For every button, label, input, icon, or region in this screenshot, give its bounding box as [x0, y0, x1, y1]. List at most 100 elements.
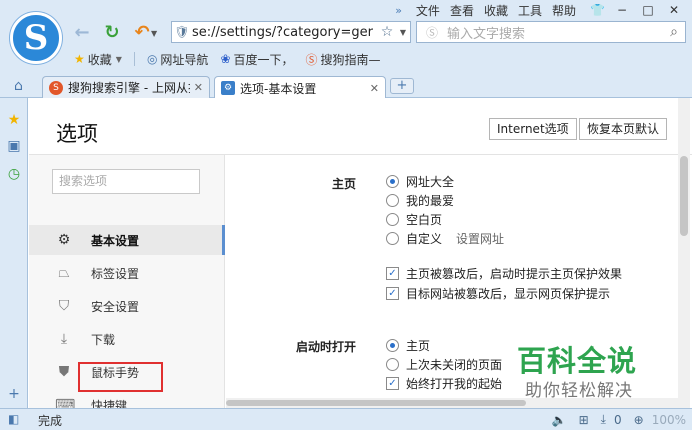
- bookmark-sogou-guide[interactable]: Ⓢ 搜狗指南—: [306, 51, 381, 68]
- settings-search-input[interactable]: 搜索选项: [52, 169, 200, 194]
- close-window-icon[interactable]: ✕: [668, 3, 680, 17]
- bookmark-label: 收藏: [87, 52, 112, 67]
- homepage-protect-check[interactable]: ✓ 主页被篡改后，启动时提示主页保护效果: [386, 265, 622, 281]
- maximize-icon[interactable]: □: [642, 3, 654, 17]
- restore-defaults-button[interactable]: 恢复本页默认: [579, 118, 668, 140]
- set-url-link[interactable]: 设置网址: [456, 230, 504, 247]
- globe-icon: ◎: [146, 52, 158, 66]
- checkbox-label: 始终打开我的起始: [406, 376, 503, 391]
- sidebar-toggle-icon[interactable]: ◧: [8, 412, 19, 426]
- menu-tools[interactable]: 工具: [518, 2, 542, 19]
- search-box[interactable]: Ⓢ 输入文字搜索 ⌕: [416, 21, 686, 43]
- sidebar-item-download[interactable]: ⤓ 下载: [29, 324, 225, 354]
- sound-icon[interactable]: 🔈: [552, 413, 567, 427]
- radio-button[interactable]: [386, 357, 399, 371]
- homepage-section-label: 主页: [331, 177, 356, 191]
- zoom-level[interactable]: 100%: [652, 413, 686, 427]
- sidebar-item-label: 基本设置: [91, 233, 140, 248]
- undo-icon[interactable]: ↶: [132, 22, 152, 43]
- address-dropdown-icon[interactable]: ▼: [396, 28, 410, 37]
- radio-button[interactable]: [386, 193, 399, 207]
- bookmark-nav[interactable]: ◎ 网址导航: [147, 51, 209, 68]
- homepage-option-favorites[interactable]: 我的最爱: [386, 192, 454, 208]
- tab-close-icon[interactable]: ✕: [370, 82, 379, 95]
- menu-favorites[interactable]: 收藏: [484, 2, 508, 19]
- tab-label: 选项-基本设置: [240, 81, 317, 96]
- horizontal-scroll-thumb[interactable]: [226, 400, 526, 406]
- option-label: 上次未关闭的页面: [406, 357, 503, 372]
- sidebar-item-label: 下载: [91, 332, 116, 347]
- minimize-icon[interactable]: −: [616, 3, 628, 17]
- watermark: 百科全说 助你轻松解决: [515, 336, 665, 401]
- startup-section-label: 启动时打开: [295, 340, 356, 354]
- search-engine-icon[interactable]: Ⓢ: [417, 24, 447, 41]
- checkbox[interactable]: ✓: [386, 286, 399, 300]
- internet-options-button[interactable]: Internet选项: [489, 118, 577, 140]
- startup-option-last[interactable]: 上次未关闭的页面: [386, 356, 502, 372]
- tab-label: 搜狗搜索引擎 - 上网从搜: [68, 81, 190, 95]
- sidebar-item-security[interactable]: ⛉ 安全设置: [29, 291, 225, 321]
- tab-close-icon[interactable]: ✕: [194, 81, 203, 94]
- home-icon[interactable]: ⌂: [14, 78, 23, 94]
- checkbox[interactable]: ✓: [386, 266, 399, 280]
- startup-always-check[interactable]: ✓ 始终打开我的起始: [386, 375, 502, 391]
- vertical-scrollbar[interactable]: [678, 98, 690, 408]
- refresh-icon[interactable]: ↻: [102, 22, 122, 43]
- favorites-star-icon[interactable]: ★: [6, 112, 22, 128]
- option-label: 我的最爱: [406, 193, 455, 208]
- undo-dropdown-icon[interactable]: ▼: [151, 29, 157, 38]
- zoom-icon[interactable]: ⊕: [634, 413, 644, 427]
- bookmark-favorites[interactable]: ★ 收藏 ▼: [74, 51, 122, 68]
- site-protect-check[interactable]: ✓ 目标网站被篡改后，显示网页保护提示: [386, 285, 610, 301]
- sidebar-item-basic[interactable]: ⚙ 基本设置: [29, 225, 225, 255]
- bookmark-label: 网址导航: [160, 52, 209, 67]
- history-clock-icon[interactable]: ◷: [6, 166, 22, 182]
- gear-icon: ⚙: [57, 232, 71, 248]
- sogou-favicon-icon: S: [49, 80, 63, 95]
- radio-button[interactable]: [386, 338, 399, 352]
- address-url[interactable]: se://settings/?category=ger: [192, 25, 378, 40]
- homepage-option-nav[interactable]: 网址大全: [386, 173, 454, 189]
- menu-view[interactable]: 查看: [450, 2, 474, 19]
- sidebar-item-tabs[interactable]: ⏢ 标签设置: [29, 258, 225, 288]
- radio-button[interactable]: [386, 231, 399, 245]
- radio-button[interactable]: [386, 174, 399, 188]
- checkbox[interactable]: ✓: [386, 376, 399, 390]
- download-status-icon[interactable]: ⤓: [601, 412, 606, 427]
- search-icon[interactable]: ⌕: [663, 24, 685, 40]
- star-icon: ★: [74, 52, 85, 66]
- homepage-option-blank[interactable]: 空白页: [386, 211, 442, 227]
- bookmark-baidu[interactable]: ❀ 百度一下，: [220, 51, 293, 68]
- settings-sidebar: 搜索选项 ⚙ 基本设置 ⏢ 标签设置 ⛉ 安全设置 ⤓ 下载 ⛊ 鼠标手势 ⌨ …: [29, 155, 225, 408]
- add-panel-icon[interactable]: +: [6, 386, 22, 402]
- page-title: 选项: [56, 122, 98, 146]
- sogou-logo-icon[interactable]: S: [10, 12, 62, 64]
- menu-file[interactable]: 文件: [416, 2, 440, 19]
- side-panel: ★ ▣ ◷ +: [0, 98, 28, 408]
- search-input[interactable]: 输入文字搜索: [447, 23, 663, 42]
- menu-help[interactable]: 帮助: [552, 2, 576, 19]
- homepage-option-custom[interactable]: 自定义 设置网址: [386, 230, 504, 246]
- startup-option-home[interactable]: 主页: [386, 337, 430, 353]
- menu-expand-icon[interactable]: »: [395, 4, 402, 17]
- radio-button[interactable]: [386, 212, 399, 226]
- extension-icon[interactable]: ⊞: [579, 413, 589, 427]
- sidebar-item-shortcuts[interactable]: ⌨ 快捷键: [29, 390, 225, 408]
- reader-icon[interactable]: ▣: [6, 138, 22, 154]
- tab-sogou-search[interactable]: S 搜狗搜索引擎 - 上网从搜 ✕: [42, 76, 210, 98]
- bookmark-label: 搜狗指南—: [320, 52, 381, 67]
- option-label: 空白页: [406, 212, 443, 227]
- skin-icon[interactable]: 👕: [590, 3, 605, 17]
- horizontal-scrollbar[interactable]: [226, 398, 678, 408]
- bookmark-star-icon[interactable]: ☆: [378, 24, 396, 40]
- paw-icon: ❀: [220, 52, 231, 66]
- tab-settings[interactable]: ⚙ 选项-基本设置 ✕: [214, 76, 386, 99]
- new-tab-button[interactable]: +: [390, 78, 414, 94]
- option-label: 网址大全: [406, 174, 455, 189]
- back-arrow-icon[interactable]: ←: [72, 22, 92, 43]
- status-tools: 🔈 ⊞ ⤓ 0 ⊕ 100%: [540, 412, 686, 427]
- highlight-box: [78, 362, 163, 392]
- mouse-icon: ⛊: [58, 364, 70, 380]
- vertical-scroll-thumb[interactable]: [680, 156, 688, 236]
- address-bar[interactable]: 🛡 se://settings/?category=ger ☆ ▼: [171, 21, 411, 43]
